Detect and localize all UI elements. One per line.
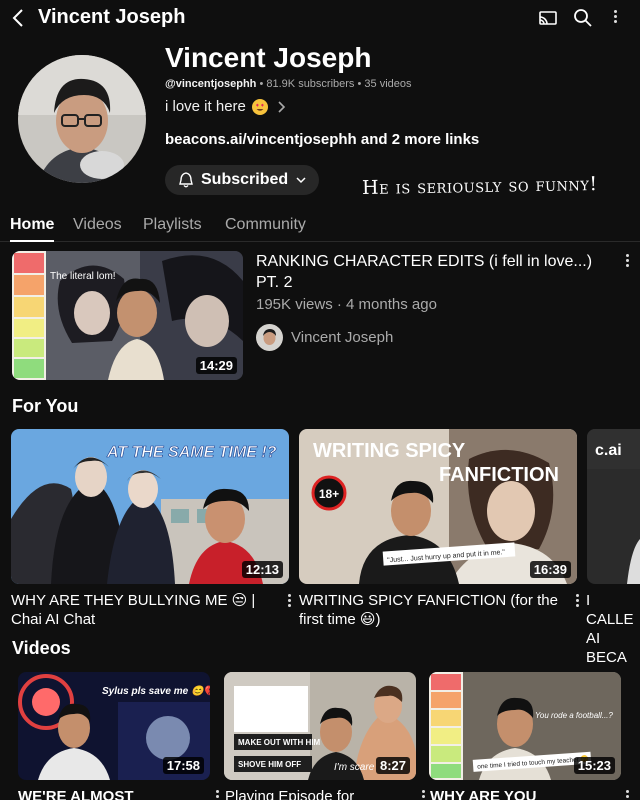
for-you-thumbnail-2[interactable]: 18+ WRITING SPICY FANFICTION "Just... Ju… bbox=[299, 429, 577, 584]
video-thumb-text-3a: You rode a football...? bbox=[535, 711, 613, 720]
featured-video-title[interactable]: RANKING CHARACTER EDITS (i fell in love.… bbox=[256, 251, 618, 293]
top-bar: Vincent Joseph bbox=[0, 0, 640, 36]
video-more-icon-3[interactable] bbox=[622, 788, 632, 800]
subscribed-label: Subscribed bbox=[201, 171, 289, 188]
featured-duration: 14:29 bbox=[195, 357, 237, 374]
video-more-icon-2[interactable] bbox=[418, 788, 428, 800]
featured-thumb-caption: The literal lom! bbox=[50, 271, 116, 282]
video-count: 35 videos bbox=[364, 78, 412, 90]
for-you-more-icon-2[interactable] bbox=[572, 592, 582, 610]
page-title: Vincent Joseph bbox=[38, 6, 186, 28]
cast-icon[interactable] bbox=[536, 6, 560, 30]
videos-heading: Videos bbox=[12, 638, 71, 658]
for-you-duration-2: 16:39 bbox=[529, 561, 571, 578]
channel-bio[interactable]: i love it here bbox=[165, 98, 288, 115]
heart-eyes-emoji-icon bbox=[251, 98, 268, 115]
video-thumbnail-2[interactable]: MAKE OUT WITH HIM SHOVE HIM OFF I'm scar… bbox=[224, 672, 416, 780]
for-you-thumb-text-2b: FANFICTION bbox=[439, 464, 559, 486]
handwritten-annotation: He is seriously so funny! bbox=[361, 172, 598, 200]
channel-meta: @vincentjosephh • 81.9K subscribers • 35… bbox=[165, 78, 412, 90]
featured-video-thumbnail[interactable]: The literal lom! 14:29 bbox=[12, 251, 243, 380]
for-you-badge-2: 18+ bbox=[319, 487, 339, 501]
channel-links[interactable]: beacons.ai/vincentjosephh and 2 more lin… bbox=[165, 131, 479, 148]
bio-text: i love it here bbox=[165, 98, 246, 115]
video-thumbnail-1[interactable]: Sylus pls save me 😊💔 17:58 bbox=[18, 672, 210, 780]
search-icon[interactable] bbox=[571, 6, 595, 30]
featured-video-meta: 195K views · 4 months ago bbox=[256, 296, 437, 313]
video-thumb-text-2b: SHOVE HIM OFF bbox=[238, 760, 301, 769]
bell-icon bbox=[179, 172, 193, 188]
for-you-thumbnail-3[interactable]: c.ai bbox=[587, 429, 640, 584]
featured-channel-name: Vincent Joseph bbox=[291, 329, 394, 346]
back-icon[interactable] bbox=[8, 6, 30, 30]
featured-more-icon[interactable] bbox=[622, 252, 632, 270]
channel-tabs: Home Videos Playlists Community bbox=[0, 210, 640, 242]
video-more-icon-1[interactable] bbox=[212, 788, 222, 800]
channel-avatar bbox=[18, 55, 146, 183]
subscribed-button[interactable]: Subscribed bbox=[165, 165, 319, 195]
video-thumbnail-3[interactable]: You rode a football...? one time I tried… bbox=[429, 672, 621, 780]
for-you-thumb-text-2a: WRITING SPICY bbox=[313, 440, 466, 462]
chevron-down-icon bbox=[296, 177, 306, 184]
video-thumb-text-2a: MAKE OUT WITH HIM bbox=[238, 738, 321, 747]
for-you-more-icon-1[interactable] bbox=[284, 592, 294, 610]
for-you-thumb-text-1: AT THE SAME TIME !? bbox=[106, 444, 277, 461]
subscriber-count: 81.9K subscribers bbox=[266, 78, 355, 90]
tab-videos[interactable]: Videos bbox=[73, 216, 122, 234]
tab-community[interactable]: Community bbox=[225, 216, 306, 234]
video-title-2[interactable]: Playing Episode for bbox=[225, 787, 405, 800]
video-duration-3: 15:23 bbox=[573, 757, 615, 774]
channel-handle: @vincentjosephh bbox=[165, 78, 257, 90]
video-thumb-text-1: Sylus pls save me 😊💔 bbox=[102, 685, 210, 697]
tab-home[interactable]: Home bbox=[10, 216, 54, 234]
video-thumb-text-2c: I'm scare bbox=[334, 762, 375, 773]
for-you-title-3[interactable]: I CALLE AI BECA bbox=[586, 591, 640, 667]
chevron-right-icon bbox=[278, 100, 286, 113]
video-duration-1: 17:58 bbox=[162, 757, 204, 774]
active-tab-indicator bbox=[10, 240, 54, 242]
tab-playlists[interactable]: Playlists bbox=[143, 216, 202, 234]
video-duration-2: 8:27 bbox=[375, 757, 410, 774]
for-you-title-1[interactable]: WHY ARE THEY BULLYING ME 😒 | Chai AI Cha… bbox=[11, 591, 273, 629]
for-you-thumbnail-1[interactable]: AT THE SAME TIME !? 12:13 bbox=[11, 429, 289, 584]
for-you-duration-1: 12:13 bbox=[241, 561, 283, 578]
featured-channel[interactable]: Vincent Joseph bbox=[256, 324, 393, 351]
for-you-thumb-text-3: c.ai bbox=[595, 442, 622, 459]
more-icon[interactable] bbox=[610, 8, 620, 26]
for-you-heading: For You bbox=[12, 396, 79, 416]
video-title-3[interactable]: WHY ARE YOU bbox=[430, 787, 610, 800]
channel-name: Vincent Joseph bbox=[165, 42, 372, 73]
featured-channel-avatar bbox=[256, 324, 283, 351]
for-you-title-2[interactable]: WRITING SPICY FANFICTION (for the first … bbox=[299, 591, 571, 629]
video-title-1[interactable]: WE'RE ALMOST bbox=[18, 787, 198, 800]
